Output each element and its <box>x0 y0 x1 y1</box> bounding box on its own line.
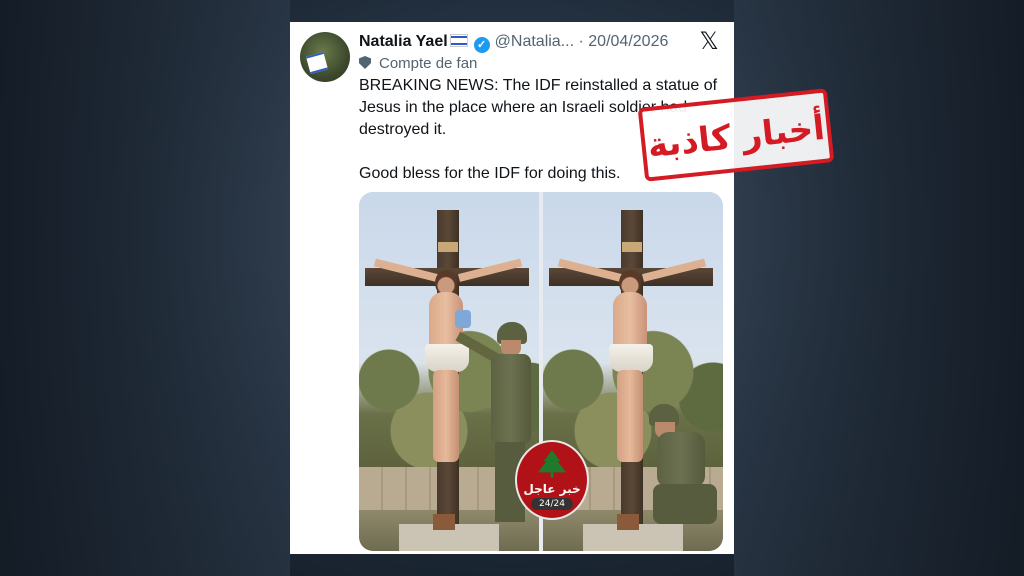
statue-legs <box>433 370 459 462</box>
statue-legs <box>617 370 643 462</box>
tweet-media[interactable]: خبر عاجل 24/24 <box>359 192 723 551</box>
statue-cloth <box>425 344 469 372</box>
cross-plaque <box>622 242 642 252</box>
cedar-icon <box>538 450 566 478</box>
tweet-card[interactable]: Natalia Yael ✓ @Natalia... · 20/04/2026 𝕏 … <box>290 22 734 554</box>
ground-plaque <box>617 514 639 530</box>
watermark-subtitle: 24/24 <box>531 498 573 510</box>
avatar-flag <box>305 51 329 75</box>
statue-torso <box>613 292 647 352</box>
background-right <box>734 0 1024 576</box>
account-label-text: Compte de fan <box>379 55 478 72</box>
watermark-title: خبر عاجل <box>523 482 581 496</box>
shield-icon <box>359 56 371 69</box>
tweet-date[interactable]: 20/04/2026 <box>588 33 668 50</box>
news-watermark-logo: خبر عاجل 24/24 <box>515 440 589 520</box>
display-name[interactable]: Natalia Yael <box>359 33 448 50</box>
tweet-header: Natalia Yael ✓ @Natalia... · 20/04/2026 <box>359 31 699 53</box>
user-handle[interactable]: @Natalia... <box>495 33 574 50</box>
avatar[interactable] <box>300 32 350 82</box>
blue-cloth <box>455 310 471 328</box>
separator-dot: · <box>578 33 584 50</box>
verified-badge-icon: ✓ <box>473 37 490 53</box>
cross-plaque <box>438 242 458 252</box>
background-left <box>0 0 290 576</box>
israel-flag-icon <box>449 34 468 47</box>
soldier-legs <box>653 484 717 524</box>
kneeling-soldier <box>643 404 719 534</box>
media-image-left[interactable] <box>359 192 539 551</box>
soldier-body <box>491 354 531 444</box>
statue-cloth <box>609 344 653 372</box>
ground-plaque <box>433 514 455 530</box>
x-logo-icon: 𝕏 <box>699 28 719 55</box>
soldier-body <box>657 432 705 488</box>
account-label: Compte de fan <box>359 54 477 74</box>
